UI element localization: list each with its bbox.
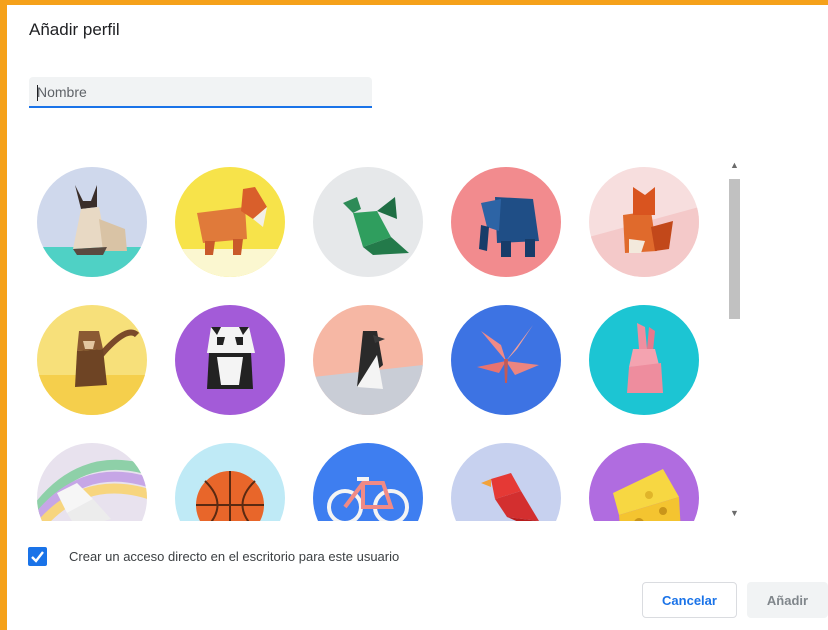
origami-cheese-icon: [589, 443, 699, 521]
avatar-grid-scrollbar[interactable]: ▲ ▼: [726, 157, 743, 521]
avatar-panda[interactable]: [175, 305, 285, 415]
avatar-monkey[interactable]: [37, 305, 147, 415]
origami-penguin-icon: [313, 305, 423, 415]
text-caret: [37, 85, 38, 101]
avatar-cat[interactable]: [37, 167, 147, 277]
avatar-bird[interactable]: [451, 443, 561, 521]
origami-dragon-icon: [313, 167, 423, 277]
origami-bicycle-icon: [313, 443, 423, 521]
avatar-fox[interactable]: [589, 167, 699, 277]
add-button[interactable]: Añadir: [747, 582, 828, 618]
shortcut-checkbox[interactable]: [28, 547, 47, 566]
scroll-up-arrow-icon[interactable]: ▲: [726, 157, 743, 173]
avatar-grid: [29, 155, 721, 521]
origami-elephant-icon: [451, 167, 561, 277]
origami-basketball-icon: [175, 443, 285, 521]
origami-panda-icon: [175, 305, 285, 415]
avatar-unicorn[interactable]: [37, 443, 147, 521]
scroll-down-arrow-icon[interactable]: ▼: [726, 505, 743, 521]
avatar-elephant[interactable]: [451, 167, 561, 277]
origami-corgi-icon: [175, 167, 285, 277]
origami-rabbit-icon: [589, 305, 699, 415]
avatar-dragon[interactable]: [313, 167, 423, 277]
window-frame-top: [0, 0, 828, 5]
shortcut-checkbox-label: Crear un acceso directo en el escritorio…: [69, 549, 400, 564]
origami-bird-icon: [451, 443, 561, 521]
window-frame-left: [0, 0, 7, 630]
origami-cat-icon: [37, 167, 147, 277]
cancel-button[interactable]: Cancelar: [642, 582, 737, 618]
scroll-thumb[interactable]: [729, 179, 740, 319]
origami-fox-icon: [589, 167, 699, 277]
origami-monkey-icon: [37, 305, 147, 415]
checkmark-icon: [31, 551, 44, 563]
origami-butterfly-icon: [451, 305, 561, 415]
avatar-butterfly[interactable]: [451, 305, 561, 415]
avatar-cheese[interactable]: [589, 443, 699, 521]
name-input[interactable]: [29, 77, 372, 108]
avatar-bicycle[interactable]: [313, 443, 423, 521]
avatar-rabbit[interactable]: [589, 305, 699, 415]
avatar-corgi[interactable]: [175, 167, 285, 277]
avatar-penguin[interactable]: [313, 305, 423, 415]
avatar-basketball[interactable]: [175, 443, 285, 521]
origami-unicorn-icon: [37, 443, 147, 521]
dialog-title: Añadir perfil: [29, 20, 120, 39]
